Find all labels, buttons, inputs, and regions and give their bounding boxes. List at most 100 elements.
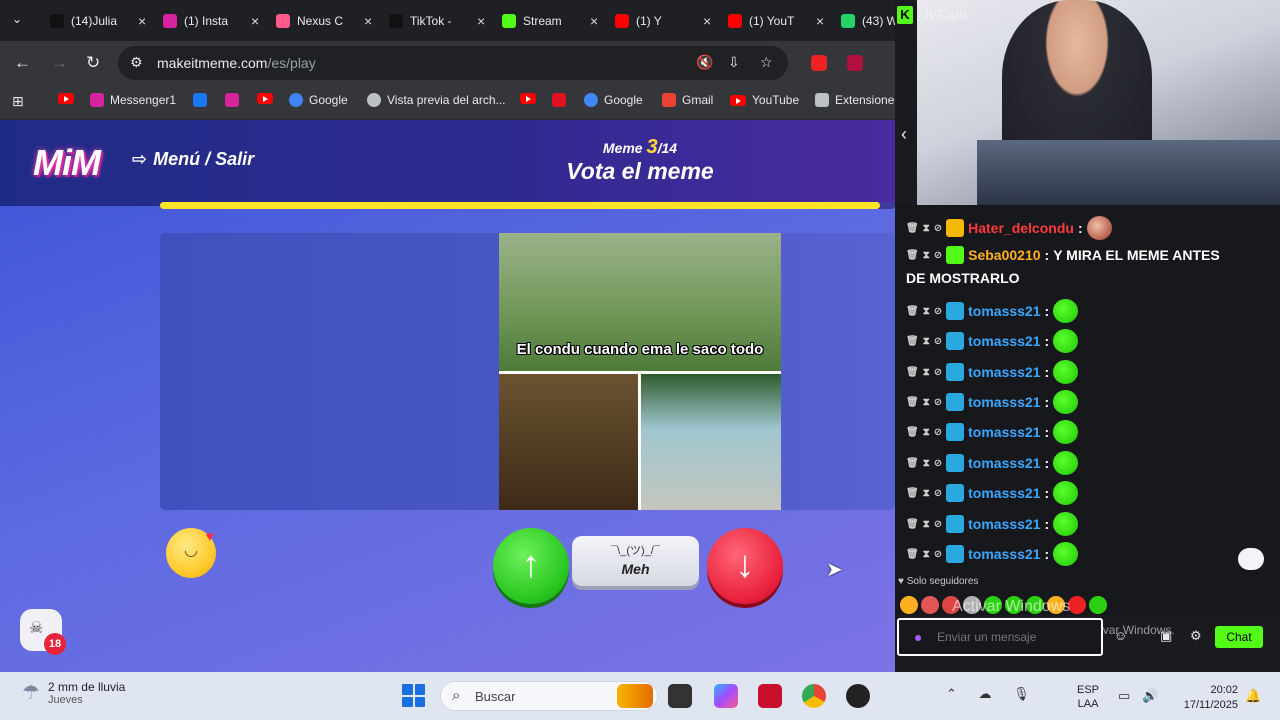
taskbar-search[interactable]: ⌕ Buscar (440, 681, 658, 711)
timeout-icon[interactable]: ⧗ (923, 519, 930, 530)
delete-icon[interactable]: 🗑 (906, 250, 919, 261)
chat-username[interactable]: tomasss21 (968, 516, 1040, 532)
chat-message[interactable]: 🗑 ⧗ ⊘ tomasss21: (906, 329, 1079, 353)
timeout-icon[interactable]: ⧗ (923, 458, 930, 469)
chat-message[interactable]: 🗑 ⧗ ⊘ Hater_delcondu: (906, 216, 1112, 240)
extension-red-icon[interactable] (811, 55, 827, 71)
chat-username[interactable]: tomasss21 (968, 303, 1040, 319)
tab-close-icon[interactable]: × (138, 13, 146, 29)
delete-icon[interactable]: 🗑 (906, 306, 919, 317)
emote-suggestion-icon[interactable] (1089, 596, 1107, 614)
delete-icon[interactable]: 🗑 (906, 397, 919, 408)
install-app-icon[interactable]: ⇩ (728, 54, 740, 71)
emote-suggestion-icon[interactable] (900, 596, 918, 614)
timeout-icon[interactable]: ⧗ (923, 223, 930, 234)
delete-icon[interactable]: 🗑 (906, 519, 919, 530)
browser-tab[interactable]: (1) Y × (607, 4, 719, 37)
chat-message[interactable]: 🗑 ⧗ ⊘ tomasss21: (906, 299, 1079, 323)
ban-icon[interactable]: ⊘ (934, 336, 942, 347)
delete-icon[interactable]: 🗑 (906, 458, 919, 469)
bookmark-item[interactable] (58, 93, 74, 104)
tab-close-icon[interactable]: × (364, 13, 372, 29)
chat-username[interactable]: tomasss21 (968, 394, 1040, 410)
timeout-icon[interactable]: ⧗ (923, 336, 930, 347)
system-tray[interactable]: ⌃ ☁ 🎙 (946, 686, 1030, 702)
timeout-icon[interactable]: ⧗ (923, 306, 930, 317)
reaction-emoji-button[interactable]: ♥ ◡ (166, 528, 216, 578)
bookmark-item[interactable] (225, 93, 239, 107)
delete-icon[interactable]: 🗑 (906, 488, 919, 499)
taskbar-chrome-icon[interactable] (802, 684, 826, 708)
bookmark-item[interactable] (552, 93, 566, 107)
taskbar-clock[interactable]: 20:02 17/11/2025 (1172, 683, 1238, 713)
taskbar-copilot-icon[interactable] (714, 684, 738, 708)
menu-exit-link[interactable]: ⇨ Menú / Salir (132, 149, 254, 170)
delete-icon[interactable]: 🗑 (906, 549, 919, 560)
age-rating-badge[interactable]: ☠ 18 (20, 609, 66, 655)
delete-icon[interactable]: 🗑 (906, 223, 919, 234)
chat-message[interactable]: 🗑 ⧗ ⊘ tomasss21: (906, 451, 1079, 475)
tray-chevron-up-icon[interactable]: ⌃ (946, 686, 957, 701)
chat-username[interactable]: tomasss21 (968, 485, 1040, 501)
bookmark-item[interactable]: Messenger1 (90, 93, 176, 107)
side-chip-icon[interactable] (1238, 548, 1264, 570)
ban-icon[interactable]: ⊘ (934, 397, 942, 408)
chat-username[interactable]: tomasss21 (968, 546, 1040, 562)
delete-icon[interactable]: 🗑 (906, 336, 919, 347)
ban-icon[interactable]: ⊘ (934, 458, 942, 469)
ban-icon[interactable]: ⊘ (934, 367, 942, 378)
browser-tab[interactable]: TikTok - × (381, 4, 493, 37)
windows-start-button[interactable] (402, 684, 425, 707)
timeout-icon[interactable]: ⧗ (923, 397, 930, 408)
bookmark-item[interactable]: Gmail (662, 93, 713, 107)
taskbar-terminal-icon[interactable] (668, 684, 692, 708)
timeout-icon[interactable]: ⧗ (923, 427, 930, 438)
notification-bell-icon[interactable]: 🔔 (1245, 688, 1261, 704)
browser-tab[interactable]: (1) YouT × (720, 4, 832, 37)
bookmark-item[interactable] (257, 93, 273, 104)
timeout-icon[interactable]: ⧗ (923, 549, 930, 560)
chat-message[interactable]: 🗑 ⧗ ⊘ tomasss21: (906, 390, 1079, 414)
gift-icon[interactable]: ▣ (1160, 628, 1172, 644)
browser-tab[interactable]: (1) Insta × (155, 4, 267, 37)
chat-username[interactable]: tomasss21 (968, 455, 1040, 471)
bookmark-star-icon[interactable]: ☆ (760, 54, 773, 71)
ban-icon[interactable]: ⊘ (934, 488, 942, 499)
mic-icon[interactable]: ● (914, 629, 922, 645)
bookmark-item[interactable] (520, 93, 536, 104)
delete-icon[interactable]: 🗑 (906, 367, 919, 378)
taskbar-antivirus-icon[interactable] (758, 684, 782, 708)
tray-onedrive-icon[interactable]: ☁ (979, 686, 992, 701)
chat-message-input[interactable]: ● (897, 618, 1103, 656)
tab-close-icon[interactable]: × (477, 13, 485, 29)
address-bar[interactable]: ⚙ makeitmeme.com/es/play 🔇 ⇩ ☆ (118, 46, 788, 80)
ban-icon[interactable]: ⊘ (934, 519, 942, 530)
language-indicator[interactable]: ESP LAA (1077, 683, 1099, 711)
emote-picker-icon[interactable]: ☺ (1114, 628, 1127, 643)
chat-message[interactable]: 🗑 ⧗ ⊘ tomasss21: (906, 542, 1079, 566)
chat-send-button[interactable]: Chat (1215, 626, 1263, 648)
mim-logo[interactable]: MiM (33, 142, 101, 184)
tab-close-icon[interactable]: × (251, 13, 259, 29)
tab-close-icon[interactable]: × (703, 13, 711, 29)
reload-icon[interactable]: ↻ (86, 53, 100, 73)
ban-icon[interactable]: ⊘ (934, 549, 942, 560)
timeout-icon[interactable]: ⧗ (923, 250, 930, 261)
meh-button[interactable]: ¯\_(ツ)_/¯ Meh (572, 536, 699, 586)
muted-tab-icon[interactable]: 🔇 (696, 54, 713, 71)
bookmark-item[interactable]: Google (584, 93, 643, 107)
chat-message[interactable]: 🗑 ⧗ ⊘ Seba00210: Y MIRA EL MEME ANTES (906, 246, 1220, 264)
site-settings-icon[interactable]: ⚙ (130, 54, 143, 71)
tray-microphone-icon[interactable]: 🎙 (1013, 686, 1030, 701)
upvote-button[interactable]: ↑ (493, 528, 569, 604)
chat-input-field[interactable] (937, 630, 1087, 644)
bookmark-item[interactable]: Extensione (815, 93, 894, 107)
tab-search-chevron-icon[interactable]: ⌄ (12, 12, 22, 26)
ban-icon[interactable]: ⊘ (934, 427, 942, 438)
chat-username[interactable]: tomasss21 (968, 364, 1040, 380)
chat-settings-gear-icon[interactable]: ⚙ (1190, 628, 1202, 644)
back-arrow-icon[interactable]: ← (14, 53, 31, 73)
apps-grid-icon[interactable]: ⊞ (12, 93, 24, 110)
chat-username[interactable]: tomasss21 (968, 333, 1040, 349)
bookmark-item[interactable]: Vista previa del arch... (367, 93, 506, 107)
